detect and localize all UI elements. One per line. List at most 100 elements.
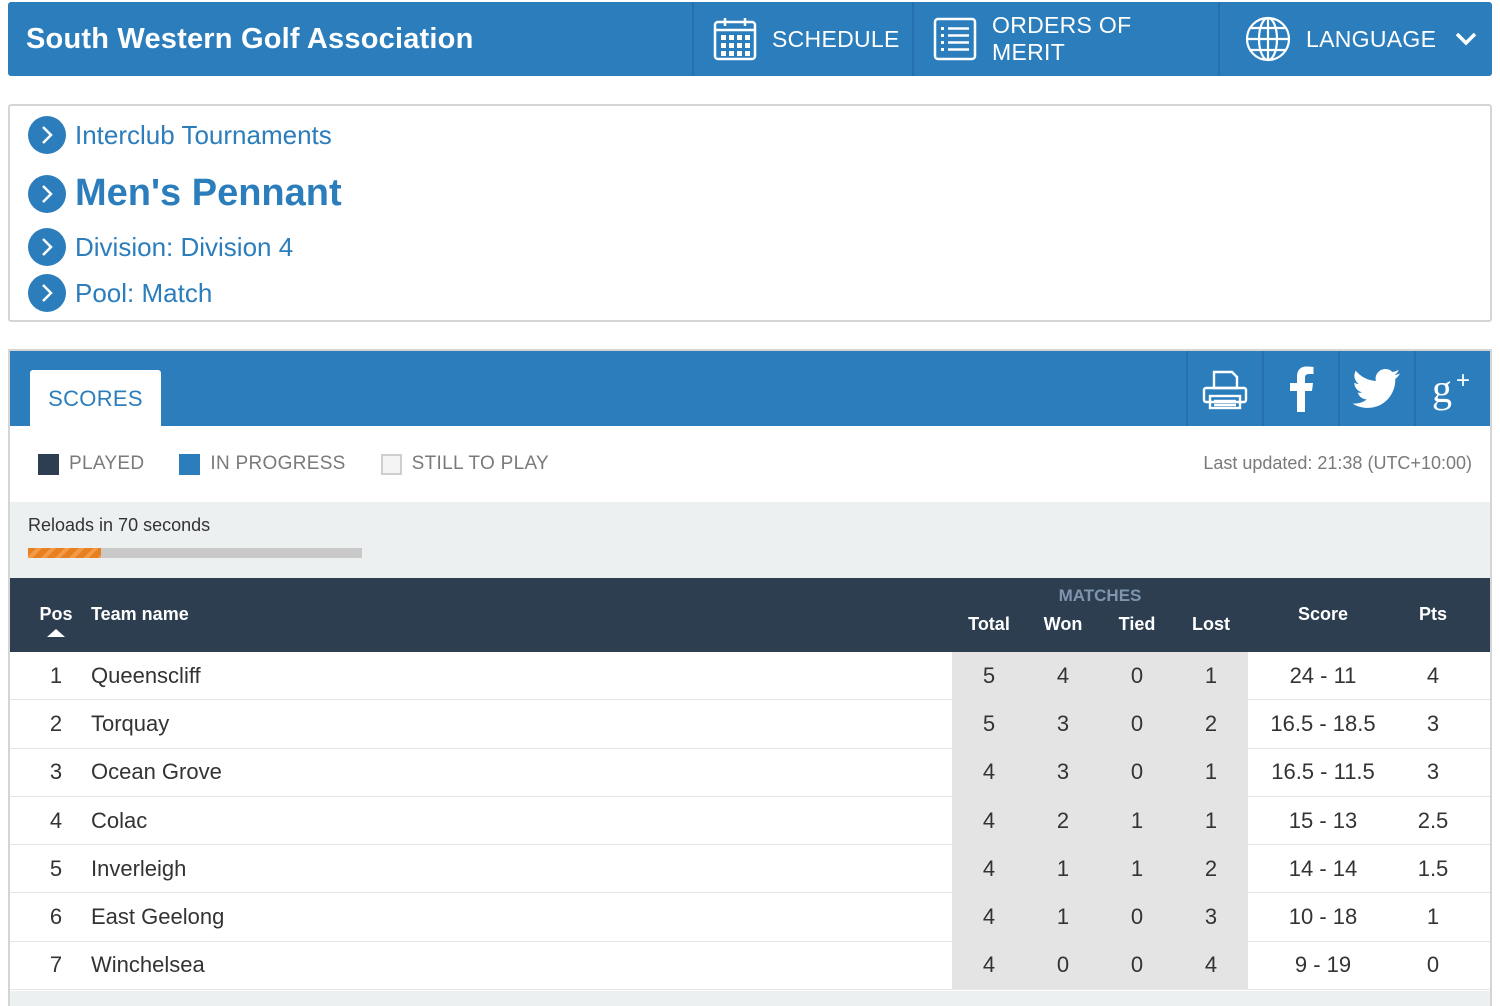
legend-still-to-play-label: STILL TO PLAY [411, 453, 549, 474]
cell-won: 3 [1026, 700, 1100, 748]
cell-pos: 1 [49, 662, 63, 688]
cell-tied: 0 [1100, 941, 1174, 990]
breadcrumb-label: Division: Division 4 [75, 231, 294, 262]
cell-lost: 1 [1174, 796, 1248, 845]
tab-scores[interactable]: SCORES [30, 370, 161, 428]
facebook-icon[interactable] [1262, 351, 1338, 426]
cell-won: 2 [1026, 796, 1100, 845]
chevron-right-icon [28, 228, 66, 266]
cell-won: 0 [1026, 941, 1100, 990]
cell-pos: 6 [49, 904, 63, 930]
standings-table-header: Pos Team name MATCHES Total Won Tied Los… [10, 578, 1490, 652]
table-row[interactable]: 4 Colac 4 2 1 1 15 - 13 2.5 [10, 796, 1490, 846]
table-row[interactable]: 1 Queenscliff 5 4 0 1 24 - 11 4 [10, 652, 1490, 701]
top-navigation-bar: South Western Golf Association SCHEDULE [8, 2, 1492, 76]
column-header-total[interactable]: Total [952, 614, 1026, 635]
printer-icon[interactable] [1186, 351, 1262, 426]
table-row[interactable]: 5 Inverleigh 4 1 1 2 14 - 14 1.5 [10, 845, 1490, 894]
cell-score: 16.5 - 18.5 [1270, 710, 1376, 736]
breadcrumb-label: Interclub Tournaments [75, 119, 332, 150]
nav-schedule[interactable]: SCHEDULE [692, 2, 912, 76]
legend-played: PLAYED [38, 453, 144, 475]
cell-total: 5 [952, 700, 1026, 748]
calendar-icon [712, 16, 758, 62]
nav-language-label: LANGUAGE [1306, 25, 1437, 52]
cell-score: 24 - 11 [1289, 662, 1357, 688]
google-plus-icon[interactable]: g + [1414, 351, 1490, 426]
cell-total: 5 [952, 652, 1026, 700]
breadcrumb-pool[interactable]: Pool: Match [28, 274, 212, 312]
column-header-won[interactable]: Won [1026, 614, 1100, 635]
cell-pts: 4 [1426, 662, 1440, 688]
page-title: Men's Pennant [75, 172, 342, 214]
cell-lost: 2 [1174, 700, 1248, 748]
site-title[interactable]: South Western Golf Association [8, 23, 692, 56]
cell-lost: 1 [1174, 748, 1248, 796]
chevron-right-icon [28, 174, 66, 213]
table-row[interactable]: 6 East Geelong 4 1 0 3 10 - 18 1 [10, 893, 1490, 942]
column-header-lost[interactable]: Lost [1174, 614, 1248, 635]
cell-lost: 2 [1174, 845, 1248, 893]
cell-pts: 3 [1426, 710, 1440, 736]
breadcrumb-mens-pennant[interactable]: Men's Pennant [28, 172, 342, 215]
standings-table-body: 1 Queenscliff 5 4 0 1 24 - 11 4 2 Torqua… [10, 652, 1490, 991]
nav-orders-of-merit[interactable]: ORDERS OF MERIT [912, 2, 1218, 76]
cell-team-name: East Geelong [91, 904, 225, 930]
cell-tied: 1 [1100, 845, 1174, 893]
breadcrumb-division[interactable]: Division: Division 4 [28, 228, 293, 266]
cell-team-name: Torquay [91, 710, 170, 736]
cell-total: 4 [952, 748, 1026, 796]
column-header-pts[interactable]: Pts [1398, 604, 1468, 625]
cell-tied: 0 [1100, 652, 1174, 700]
cell-pts: 1.5 [1417, 855, 1449, 881]
cell-lost: 1 [1174, 652, 1248, 700]
column-header-team-name[interactable]: Team name [91, 604, 189, 625]
table-footer-strip [10, 991, 1490, 1006]
cell-pos: 5 [49, 855, 63, 881]
table-row[interactable]: 2 Torquay 5 3 0 2 16.5 - 18.5 3 [10, 700, 1490, 749]
cell-pos: 7 [49, 952, 63, 978]
breadcrumb-interclub-tournaments[interactable]: Interclub Tournaments [28, 116, 332, 154]
panel-header: SCORES g + [10, 351, 1490, 428]
chevron-down-icon [1454, 31, 1478, 47]
column-header-tied[interactable]: Tied [1100, 614, 1174, 635]
breadcrumb-label: Pool: Match [75, 277, 213, 308]
reload-countdown: Reloads in 70 seconds [10, 502, 1490, 578]
breadcrumb: Interclub Tournaments Men's Pennant Divi… [8, 104, 1492, 322]
cell-pts: 2.5 [1417, 807, 1449, 833]
cell-team-name: Inverleigh [91, 855, 187, 881]
cell-pts: 3 [1426, 759, 1440, 785]
cell-total: 4 [952, 796, 1026, 845]
played-swatch [38, 453, 59, 475]
chevron-right-icon [28, 116, 66, 154]
chevron-right-icon [28, 274, 66, 312]
nav-language-dropdown[interactable]: LANGUAGE [1218, 2, 1492, 76]
cell-won: 1 [1026, 845, 1100, 893]
cell-score: 14 - 14 [1288, 855, 1358, 881]
cell-won: 4 [1026, 652, 1100, 700]
column-header-pos[interactable]: Pos [32, 604, 80, 637]
cell-pos: 3 [49, 759, 63, 785]
legend-in-progress: IN PROGRESS [179, 453, 345, 475]
cell-pos: 4 [49, 807, 63, 833]
twitter-icon[interactable] [1338, 351, 1414, 426]
table-row[interactable]: 3 Ocean Grove 4 3 0 1 16.5 - 11.5 3 [10, 748, 1490, 797]
table-row[interactable]: 7 Winchelsea 4 0 0 4 9 - 19 0 [10, 941, 1490, 991]
column-header-score[interactable]: Score [1248, 604, 1398, 625]
cell-total: 4 [952, 893, 1026, 941]
cell-score: 10 - 18 [1288, 904, 1358, 930]
globe-icon [1244, 15, 1292, 63]
last-updated-timestamp: Last updated: 21:38 (UTC+10:00) [1203, 453, 1472, 473]
cell-tied: 0 [1100, 700, 1174, 748]
pos-header-label: Pos [39, 604, 73, 624]
cell-score: 15 - 13 [1288, 807, 1358, 833]
cell-pts: 1 [1426, 904, 1440, 930]
svg-text:g: g [1432, 366, 1452, 411]
scores-panel: SCORES g + PLAYED IN PROGRESS STILL TO P… [8, 349, 1492, 1006]
legend-played-label: PLAYED [69, 453, 145, 474]
cell-tied: 0 [1100, 893, 1174, 941]
legend-in-progress-label: IN PROGRESS [210, 453, 346, 474]
sort-ascending-icon [47, 629, 65, 637]
cell-score: 9 - 19 [1294, 952, 1352, 978]
column-group-matches: MATCHES [1058, 586, 1142, 605]
